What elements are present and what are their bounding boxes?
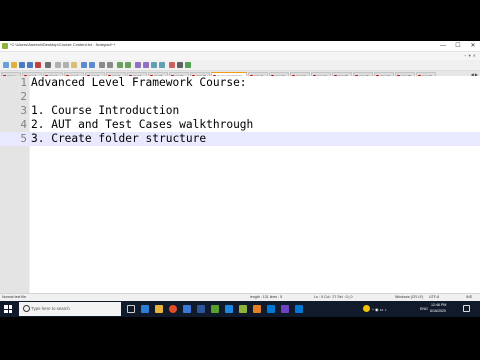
notepadpp-taskbar-icon[interactable] (239, 305, 247, 313)
file-explorer-icon[interactable] (155, 305, 163, 313)
zoom-out-icon[interactable] (125, 62, 131, 68)
zoom-in-icon[interactable] (117, 62, 123, 68)
app-icon-green[interactable] (211, 305, 219, 313)
task-view-icon[interactable] (127, 305, 135, 313)
status-encoding: UTF-8 (429, 295, 440, 299)
window-title: *C:\Users\Aneesh\Desktop\Course Content.… (10, 42, 116, 47)
stop-macro-icon[interactable] (177, 62, 183, 68)
replace-icon[interactable] (107, 62, 113, 68)
editor-line[interactable]: 4 2. AUT and Test Cases walkthrough (0, 118, 480, 132)
taskbar-search-box[interactable]: Type here to search (19, 302, 121, 316)
vscode-icon[interactable] (267, 305, 275, 313)
open-file-icon[interactable] (11, 62, 17, 68)
indent-guide-icon[interactable] (159, 62, 165, 68)
action-center-icon[interactable] (463, 305, 470, 312)
save-icon[interactable] (19, 62, 25, 68)
find-icon[interactable] (99, 62, 105, 68)
editor-line[interactable]: 5 3. Create folder structure (0, 132, 480, 146)
title-bar: *C:\Users\Aneesh\Desktop\Course Content.… (0, 41, 480, 52)
tray-date[interactable]: 6/16/2020 (430, 309, 446, 313)
notification-dot-icon[interactable] (363, 305, 370, 312)
redo-icon[interactable] (89, 62, 95, 68)
app-icon-orange[interactable] (253, 305, 261, 313)
status-bar: Normal text file length : 131 lines : 5 … (0, 293, 480, 301)
toolbar (0, 60, 480, 71)
minimize-button[interactable]: — (436, 41, 450, 51)
app-icon-tile[interactable] (295, 305, 303, 313)
status-eol: Windows (CR LF) (395, 295, 424, 299)
close-button[interactable]: ✕ (466, 41, 480, 51)
menu-right-controls[interactable]: + ▼ ✕ (464, 53, 476, 58)
editor-line[interactable]: 3 1. Course Introduction (0, 104, 480, 118)
tray-time[interactable]: 12:46 PM (431, 303, 446, 307)
notepadpp-icon (2, 43, 8, 49)
line-number: 2 (20, 90, 27, 103)
line-text[interactable]: 1. Course Introduction (31, 104, 179, 118)
new-file-icon[interactable] (3, 62, 9, 68)
tray-language[interactable]: ENG (420, 307, 428, 311)
app-icon-blue[interactable] (183, 305, 191, 313)
sync-scroll-icon[interactable] (135, 62, 141, 68)
editor-line[interactable]: 2 (0, 90, 480, 104)
editor-line[interactable]: 1 Advanced Level Framework Course: (0, 76, 480, 90)
windows-start-button[interactable] (4, 305, 12, 313)
play-macro-icon[interactable] (185, 62, 191, 68)
status-mode: INS (466, 295, 472, 299)
line-text[interactable]: Advanced Level Framework Course: (31, 76, 247, 90)
print-icon[interactable] (45, 62, 51, 68)
app-icon-purple[interactable] (281, 305, 289, 313)
line-number: 3 (20, 104, 27, 117)
search-icon (23, 305, 30, 312)
undo-icon[interactable] (81, 62, 87, 68)
word-wrap-icon[interactable] (143, 62, 149, 68)
save-all-icon[interactable] (27, 62, 33, 68)
menu-bar: File Edit Search View Encoding Language … (0, 52, 480, 66)
firefox-icon[interactable] (169, 305, 177, 313)
word-icon[interactable] (197, 305, 205, 313)
line-number: 4 (20, 118, 27, 131)
editor[interactable]: 1 Advanced Level Framework Course: 2 3 1. Co… (0, 76, 480, 293)
paste-icon[interactable] (71, 62, 77, 68)
taskbar-search-placeholder: Type here to search (31, 306, 70, 311)
status-position: Ln : 5 Col : 27 Sel : 0 | 0 (314, 295, 353, 299)
notepadpp-window: *C:\Users\Aneesh\Desktop\Course Content.… (0, 41, 480, 301)
windows-taskbar: Type here to search ^ ◉ ▭ ♪ ENG 12:46 PM… (0, 301, 480, 317)
cut-icon[interactable] (55, 62, 61, 68)
maximize-button[interactable]: ☐ (451, 41, 465, 51)
status-length: length : 131 lines : 5 (250, 295, 283, 299)
tray-overflow-icon[interactable]: ^ ◉ ▭ ♪ (372, 307, 386, 312)
close-file-icon[interactable] (35, 62, 41, 68)
edge-browser-icon[interactable] (141, 305, 149, 313)
status-file-type: Normal text file (2, 295, 26, 299)
show-all-chars-icon[interactable] (151, 62, 157, 68)
line-text[interactable]: 3. Create folder structure (31, 132, 206, 146)
record-macro-icon[interactable] (169, 62, 175, 68)
line-number: 1 (20, 76, 27, 89)
copy-icon[interactable] (63, 62, 69, 68)
line-number: 5 (20, 132, 27, 145)
line-text[interactable]: 2. AUT and Test Cases walkthrough (31, 118, 253, 132)
app-icon-lightblue[interactable] (225, 305, 233, 313)
